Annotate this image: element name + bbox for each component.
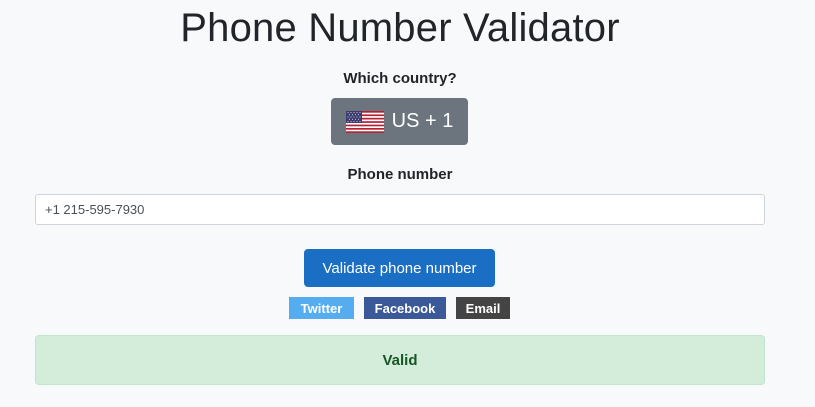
country-label: Which country? (343, 70, 457, 87)
country-code-text: US + 1 (391, 110, 454, 132)
email-share-button[interactable]: Email (456, 297, 510, 319)
facebook-share-button[interactable]: Facebook (364, 297, 446, 319)
validation-result: Valid (35, 335, 765, 385)
validate-button[interactable]: Validate phone number (304, 249, 495, 287)
result-text: Valid (382, 351, 418, 369)
phone-number-input[interactable] (35, 194, 765, 225)
page-title: Phone Number Validator (180, 6, 620, 50)
us-flag-icon (345, 110, 384, 133)
twitter-share-button[interactable]: Twitter (289, 297, 354, 319)
country-select-button[interactable]: US + 1 (331, 98, 468, 145)
phone-label: Phone number (347, 166, 453, 183)
